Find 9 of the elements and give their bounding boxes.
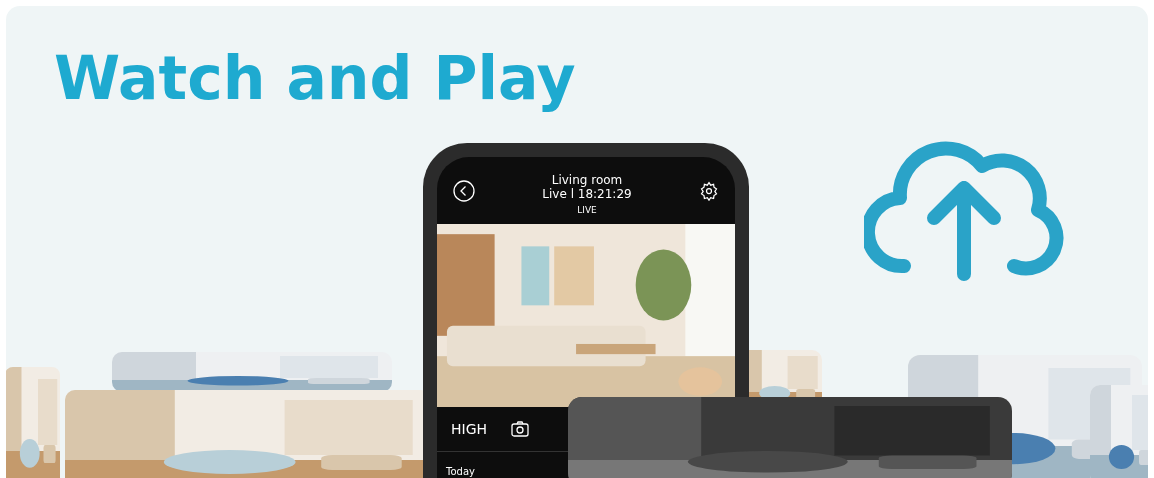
live-label: LIVE [577, 204, 597, 216]
live-timestamp: Live l 18:21:29 [542, 187, 632, 201]
camera-name: Living room [551, 173, 623, 187]
camera-icon[interactable] [511, 421, 530, 437]
settings-icon[interactable] [699, 180, 719, 201]
quality-toggle[interactable]: HIGH [451, 418, 488, 440]
section-heading: Today [445, 465, 476, 478]
back-icon[interactable] [453, 179, 475, 202]
headline: Watch and Play [54, 42, 576, 114]
